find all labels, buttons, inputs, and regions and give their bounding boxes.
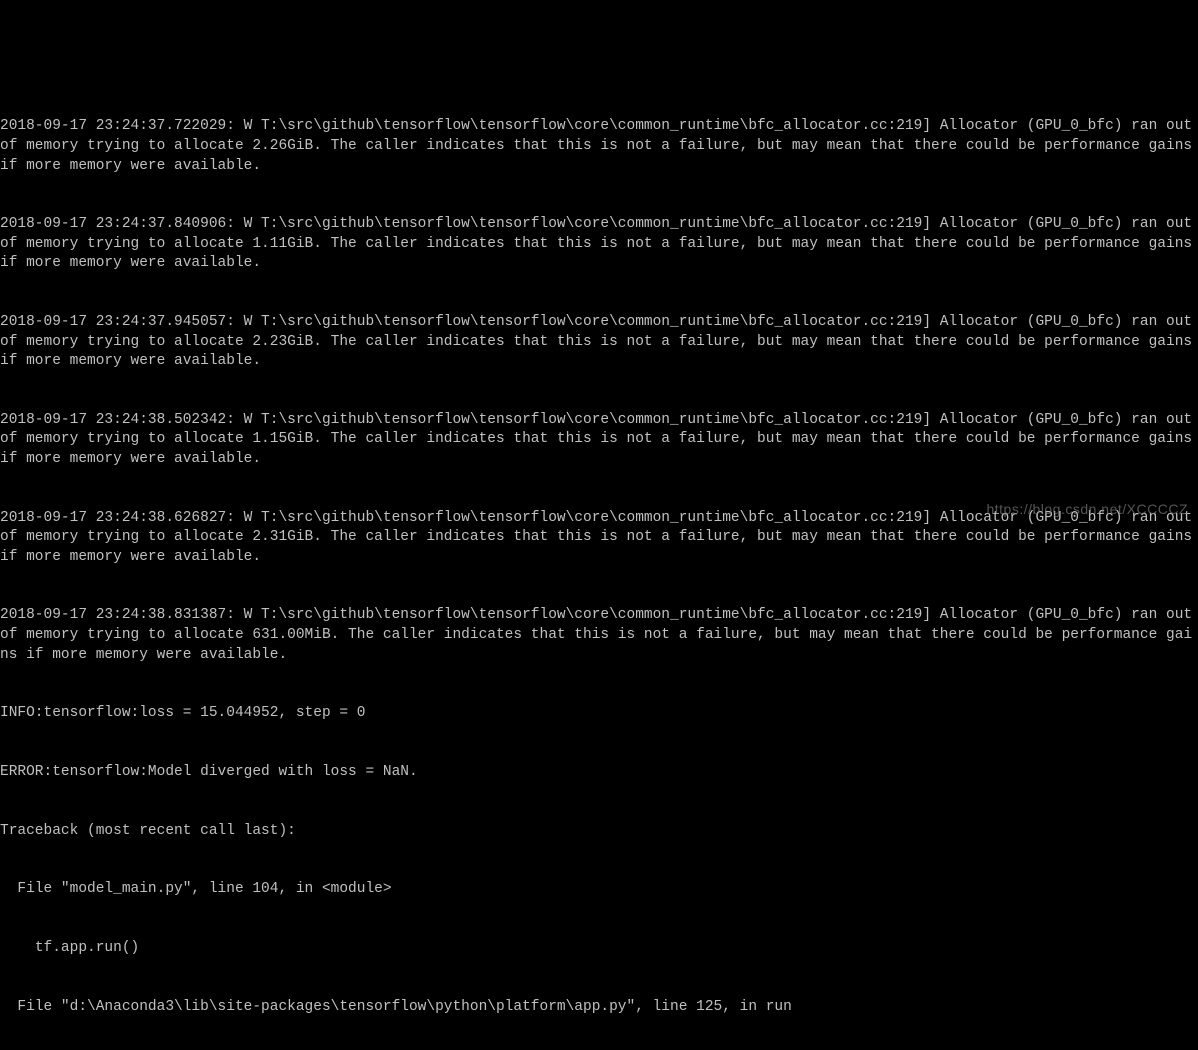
log-line: 2018-09-17 23:24:37.945057: W T:\src\git… [0,313,1198,372]
log-line: INFO:tensorflow:loss = 15.044952, step =… [0,704,1198,724]
log-line: 2018-09-17 23:24:38.502342: W T:\src\git… [0,411,1198,470]
log-line: 2018-09-17 23:24:37.722029: W T:\src\git… [0,117,1198,176]
log-line: File "model_main.py", line 104, in <modu… [0,880,1198,900]
log-line: ERROR:tensorflow:Model diverged with los… [0,763,1198,783]
log-line: 2018-09-17 23:24:38.831387: W T:\src\git… [0,606,1198,665]
log-line: tf.app.run() [0,939,1198,959]
terminal-output: 2018-09-17 23:24:37.722029: W T:\src\git… [0,78,1198,1050]
log-line: 2018-09-17 23:24:37.840906: W T:\src\git… [0,215,1198,274]
log-line: File "d:\Anaconda3\lib\site-packages\ten… [0,998,1198,1018]
log-line: Traceback (most recent call last): [0,822,1198,842]
watermark-text: https://blog.csdn.net/XCCCCZ [986,500,1188,519]
